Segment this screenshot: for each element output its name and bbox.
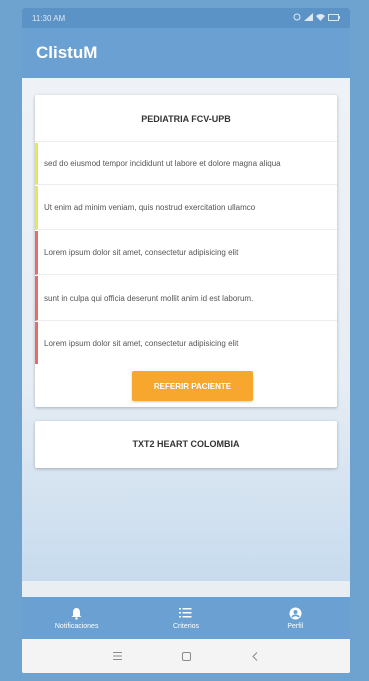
card-title: TXT2 HEART COLOMBIA <box>132 439 240 449</box>
phone-screen: 11:30 AM ClistuM PEDIATRIA FCV-UPB sed d… <box>22 8 350 673</box>
status-time: 11:30 AM <box>32 13 66 23</box>
home-icon[interactable] <box>182 651 191 661</box>
main-content: PEDIATRIA FCV-UPB sed do eiusmod tempor … <box>22 78 350 581</box>
status-bar: 11:30 AM <box>22 8 350 28</box>
nav-item-perfil[interactable]: Perfil <box>241 597 350 639</box>
nav-item-notificaciones[interactable]: Notificaciones <box>22 597 131 639</box>
list-item[interactable]: Ut enim ad minim veniam, quis nostrud ex… <box>35 186 337 230</box>
status-icons <box>293 13 340 23</box>
nav-item-criterios[interactable]: Criterios <box>131 597 240 639</box>
nav-label: Criterios <box>172 622 200 630</box>
refer-patient-button[interactable]: REFERIR PACIENTE <box>132 371 253 401</box>
bottom-navigation: Notificaciones Criterios Perfil <box>22 597 350 639</box>
list-item-text: sed do eiusmod tempor incididunt ut labo… <box>44 159 281 168</box>
app-title: ClistuM <box>36 43 98 62</box>
back-icon[interactable] <box>251 651 259 661</box>
list-item-text: Lorem ipsum dolor sit amet, consectetur … <box>44 248 239 257</box>
nav-label: Perfil <box>287 622 304 630</box>
wifi-icon <box>316 13 325 23</box>
system-navigation-bar <box>22 639 350 673</box>
card-title: PEDIATRIA FCV-UPB <box>35 95 337 142</box>
program-card-pediatria[interactable]: PEDIATRIA FCV-UPB sed do eiusmod tempor … <box>35 95 337 407</box>
list-item[interactable]: sed do eiusmod tempor incididunt ut labo… <box>35 143 337 185</box>
app-bar: ClistuM <box>22 28 350 78</box>
list-item[interactable]: Lorem ipsum dolor sit amet, consectetur … <box>35 322 337 364</box>
nav-label: Notificaciones <box>54 622 99 630</box>
list-item-text: Ut enim ad minim veniam, quis nostrud ex… <box>44 203 256 212</box>
list-icon <box>179 607 192 620</box>
list-item-text: Lorem ipsum dolor sit amet, consectetur … <box>44 338 239 348</box>
menu-icon[interactable] <box>113 652 122 660</box>
account-circle-icon <box>289 607 302 620</box>
bell-icon <box>70 607 83 620</box>
list-item-text: sunt in culpa qui officia deserunt molli… <box>44 293 254 303</box>
list-item[interactable]: sunt in culpa qui officia deserunt molli… <box>35 276 337 321</box>
battery-icon <box>328 13 340 23</box>
program-card-txt2-heart[interactable]: TXT2 HEART COLOMBIA <box>35 421 337 468</box>
signal-icon <box>304 13 313 23</box>
alarm-icon <box>293 13 301 23</box>
list-item[interactable]: Lorem ipsum dolor sit amet, consectetur … <box>35 231 337 275</box>
